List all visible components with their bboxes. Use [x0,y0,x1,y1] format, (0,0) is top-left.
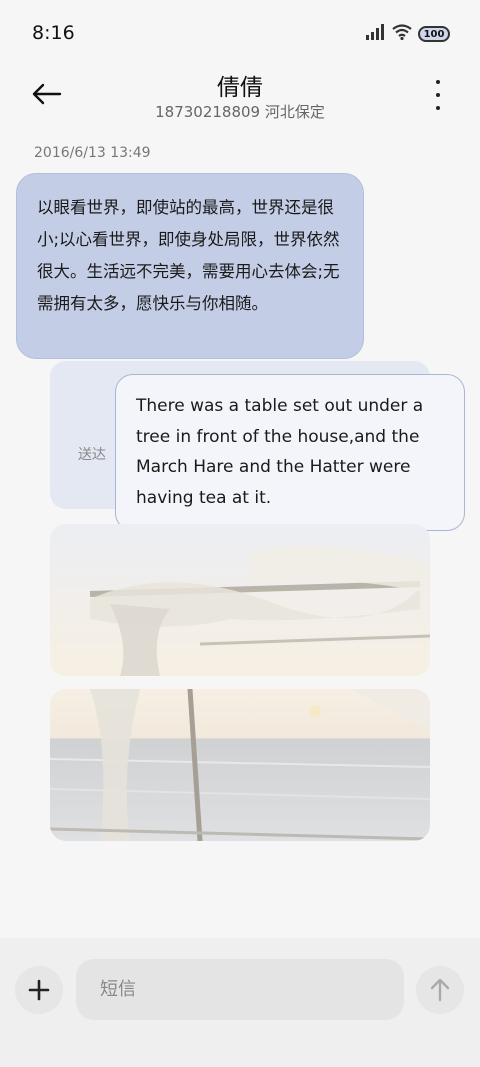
send-button[interactable] [416,966,464,1014]
system-icons: 100 [366,24,450,44]
canopy-photo-bottom [50,689,430,841]
contact-name: 倩倩 [217,75,263,101]
status-time: 8:16 [32,22,75,44]
status-bar: 8:16 100 [0,0,480,68]
conversation-header: 倩倩 18730218809 河北保定 [0,68,480,130]
more-vertical-icon [436,80,440,84]
canopy-photo-top [50,524,430,676]
wifi-icon [392,24,412,44]
arrow-up-icon [430,978,450,1002]
plus-icon [28,979,50,1001]
delivered-status: 送达 [78,447,106,463]
more-options-button[interactable] [432,80,444,110]
incoming-message-bubble[interactable]: 以眼看世界，即使站的最高，世界还是很小;以心看世界，即使身处局限，世界依然很大。… [16,173,364,359]
outgoing-message-bubble[interactable]: There was a table set out under a tree i… [115,374,465,531]
message-timestamp: 2016/6/13 13:49 [34,145,151,161]
attached-image-2[interactable] [50,689,430,841]
battery-icon: 100 [418,26,450,42]
attached-image-1[interactable] [50,524,430,676]
contact-number-location: 18730218809 河北保定 [155,103,325,121]
add-attachment-button[interactable] [15,966,63,1014]
arrow-left-icon [32,83,62,105]
back-button[interactable] [30,78,70,110]
signal-icon [366,24,386,44]
sms-input[interactable] [76,959,404,1020]
